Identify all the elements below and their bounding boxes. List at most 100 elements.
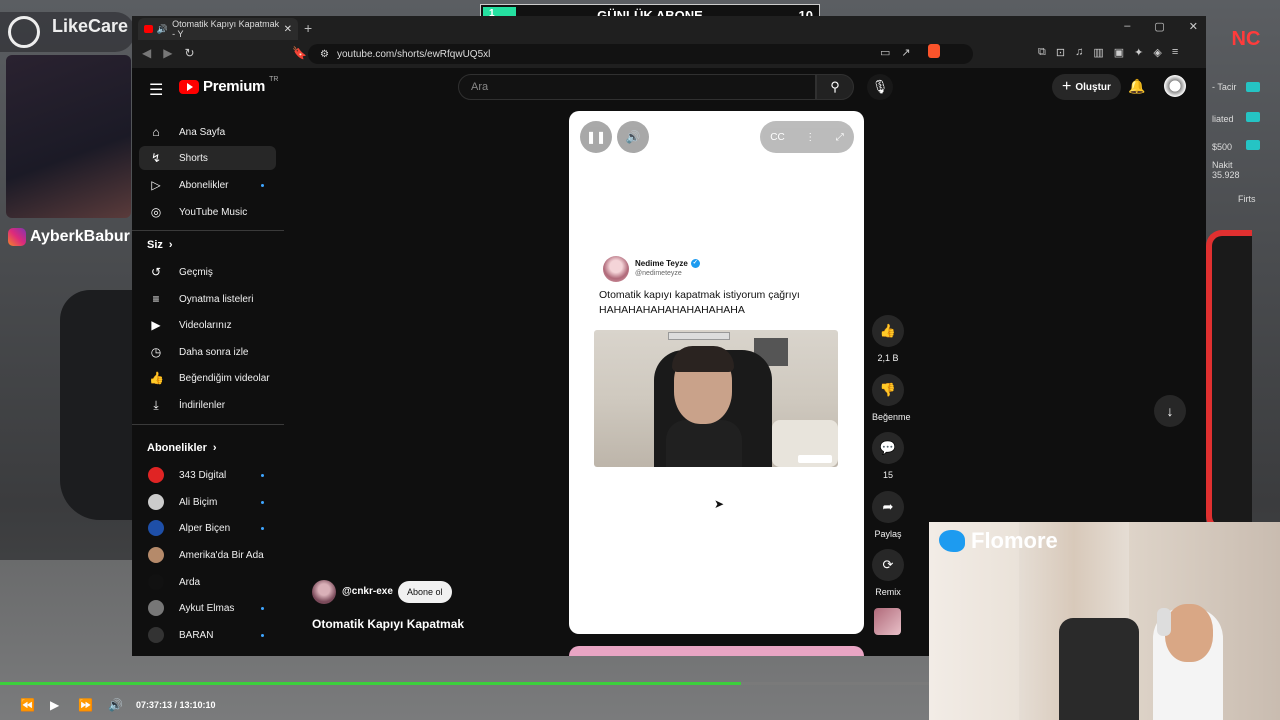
download-icon: ⤓ [153,398,159,412]
sidebar-item-your-videos[interactable]: ▶ Videolarınız [139,313,276,337]
hamburger-menu-icon[interactable]: ☰ [149,80,163,100]
shorts-player[interactable]: ❚❚ 🔊 CC ⋮ ⤢ Nedime Teyze ✓ @nedimeteyze … [569,111,864,634]
sidebar-item-subscriptions[interactable]: ▷ Abonelikler [139,173,276,197]
extensions-icon[interactable]: ⧉ [1038,46,1046,59]
sidebar-item-label: İndirilenler [179,399,226,411]
sidebar-item-channel[interactable]: Arda [139,570,276,594]
sidebar-item-channel[interactable]: Alper Biçen [139,516,276,540]
subscriptions-section-header[interactable]: Abonelikler › [147,442,217,454]
playlist-icon: ≡ [152,292,160,306]
next-short-preview[interactable] [569,646,864,656]
cast-icon[interactable]: ▭ [880,46,890,59]
site-info-icon[interactable]: ⚙ [320,49,329,60]
remix-button[interactable]: ⟳ Remix [872,549,904,597]
youtube-badge [798,455,832,463]
sidebar-divider [132,230,284,231]
account-avatar[interactable] [1164,75,1186,97]
sidebar-item-liked[interactable]: 👍 Beğendiğim videolar [139,366,276,390]
new-content-dot [261,184,264,187]
youtube-premium-logo[interactable]: Premium TR [179,76,278,95]
notifications-bell-icon[interactable]: 🔔 [1128,78,1145,95]
play-icon[interactable]: ▶ [50,698,59,712]
fast-forward-icon[interactable]: ⏩ [78,698,93,712]
webcam-head [1165,604,1213,662]
bookmark-icon[interactable]: 🔖 [292,46,307,60]
share-page-icon[interactable]: ↗ [901,46,910,59]
close-window-button[interactable]: ✕ [1189,20,1198,33]
you-header-label: Siz [147,239,163,251]
back-icon[interactable]: ◀ [142,46,151,60]
sidebar-item-channel[interactable]: Aykut Elmas [139,596,276,620]
browser-menu-icon[interactable]: ≡ [1172,46,1178,59]
forward-icon[interactable]: ▶ [163,46,172,60]
sidebar-item-label: BARAN [179,629,214,641]
maximize-button[interactable]: ▢ [1154,20,1164,33]
search-input[interactable]: Ara [458,74,816,100]
subscriptions-icon: ▷ [151,178,161,192]
person-hair [672,346,734,372]
microphone-icon[interactable]: 🎙 [867,74,893,100]
search-icon[interactable]: ⚲ [816,74,854,100]
media-icon[interactable]: ♫ [1075,46,1083,59]
sidebar-item-label: Ana Sayfa [179,126,226,138]
sidebar-item-channel[interactable]: Ali Biçim [139,490,276,514]
sidebar-item-music[interactable]: ◎ YouTube Music [139,200,276,224]
sidebar-item-shorts[interactable]: ↯ Shorts [139,146,276,170]
reload-icon[interactable]: ↻ [184,46,194,60]
volume-icon[interactable]: 🔊 [617,121,649,153]
create-button[interactable]: + Oluştur [1052,74,1121,100]
streamer-webcam: Flomore [929,522,1280,720]
pause-icon[interactable]: ❚❚ [580,121,612,153]
vpn-icon[interactable]: ◈ [1153,46,1161,59]
you-section-header[interactable]: Siz › [147,239,173,251]
plus-icon: + [1062,78,1072,95]
captions-icon[interactable]: CC [770,132,784,143]
sidebar-item-channel[interactable]: Amerika'da Bir Ada [139,543,276,567]
sidebar-item-home[interactable]: ⌂ Ana Sayfa [139,120,276,144]
channel-name[interactable]: @cnkr-exe [342,586,393,597]
hud-text: 35.928 [1212,170,1240,180]
subscribe-button[interactable]: Abone ol [398,581,452,603]
like-button[interactable]: 👍 2,1 B [872,315,904,363]
sidebar-item-channel[interactable]: 343 Digital [139,463,276,487]
wallet-icon[interactable]: ▣ [1114,46,1124,59]
dislike-button[interactable]: 👎 Beğenme [872,374,911,422]
channel-avatar[interactable] [312,580,336,604]
mouse-cursor-icon: ➤ [714,497,725,511]
remix-label: Remix [875,587,901,597]
rewind-icon[interactable]: ⏪ [20,698,35,712]
url-field[interactable]: ⚙ youtube.com/shorts/ewRfqwUQ5xl [308,44,973,64]
sidebar-item-watch-later[interactable]: ◷ Daha sonra izle [139,340,276,364]
screenshot-icon[interactable]: ⊡ [1056,46,1065,59]
sidebar-item-label: Abonelikler [179,179,229,191]
sidebar-toggle-icon[interactable]: ▥ [1093,46,1103,59]
sidebar-item-history[interactable]: ↺ Geçmiş [139,260,276,284]
leo-icon[interactable]: ✦ [1134,46,1143,59]
sidebar-item-label: Geçmiş [179,266,213,278]
sidebar-item-channel[interactable]: BARAN [139,623,276,647]
short-title: Otomatik Kapıyı Kapatmak [312,617,465,631]
sidebar-item-label: Amerika'da Bir Ada [179,549,264,561]
comments-button[interactable]: 💬 15 [872,432,904,480]
new-tab-button[interactable]: + [304,20,312,36]
sidebar-item-label: 343 Digital [179,469,227,481]
brave-shield-icon[interactable] [928,44,940,58]
sidebar: ⌂ Ana Sayfa ↯ Shorts ▷ Abonelikler ◎ You… [132,106,284,656]
fullscreen-icon[interactable]: ⤢ [836,132,844,143]
tweet-author-name: Nedime Teyze [635,259,688,268]
address-bar-row: ◀ ▶ ↻ 🔖 ⚙ youtube.com/shorts/ewRfqwUQ5xl… [132,40,1206,69]
share-icon: ➦ [872,491,904,523]
sidebar-item-label: Daha sonra izle [179,346,249,358]
sidebar-item-label: Arda [179,576,201,588]
history-icon: ↺ [150,265,162,279]
sound-thumbnail[interactable] [874,608,901,635]
share-button[interactable]: ➦ Paylaş [872,491,904,539]
next-short-arrow-icon[interactable]: ↓ [1154,395,1186,427]
more-options-icon[interactable]: ⋮ [805,132,815,143]
browser-tab[interactable]: 🔊 Otomatik Kapıyı Kapatmak - Y ✕ [138,18,298,40]
tab-close-icon[interactable]: ✕ [284,24,292,35]
minimize-button[interactable]: – [1124,20,1130,33]
sidebar-item-downloads[interactable]: ⤓ İndirilenler [139,393,276,417]
volume-icon[interactable]: 🔊 [108,698,123,712]
sidebar-item-playlists[interactable]: ≡ Oynatma listeleri [139,287,276,311]
